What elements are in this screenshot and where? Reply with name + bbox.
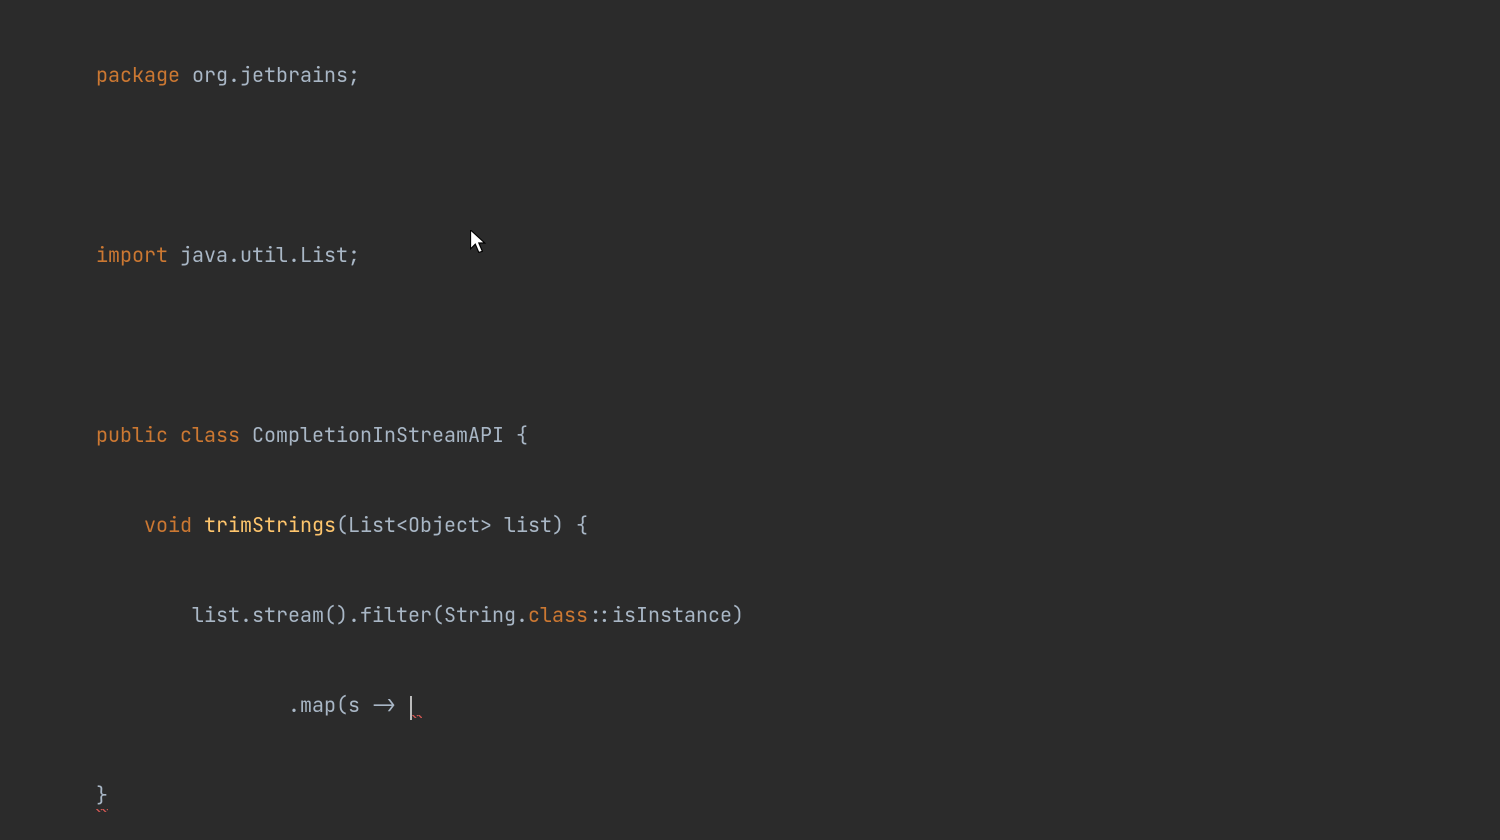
keyword-class: class [180, 422, 240, 448]
angle-open: < [396, 512, 408, 538]
expr: .map(s -> [288, 692, 408, 718]
error-squiggle [412, 709, 422, 712]
keyword-import: import [96, 242, 168, 268]
param-name: list [492, 512, 552, 538]
code-line-6[interactable]: void trimStrings(List<Object> list) { [96, 510, 1500, 540]
keyword-void: void [144, 512, 192, 538]
paren-close: ) [552, 512, 576, 538]
paren-open: ( [336, 512, 348, 538]
keyword-package: package [96, 62, 180, 88]
generic-type: Object [408, 512, 480, 538]
code-line-2[interactable] [96, 150, 1500, 180]
keyword-class-ref: class [528, 602, 588, 628]
code-line-5[interactable]: public class CompletionInStreamAPI { [96, 420, 1500, 450]
package-name: org.jetbrains [180, 62, 348, 88]
semicolon: ; [348, 242, 360, 268]
brace-open: { [576, 512, 588, 538]
brace-open: { [516, 422, 528, 448]
code-line-8[interactable]: .map(s -> [96, 690, 1500, 720]
param-type: List [348, 512, 396, 538]
semicolon: ; [348, 62, 360, 88]
expr: list.stream().filter(String. [192, 602, 528, 628]
code-line-1[interactable]: package org.jetbrains; [96, 60, 1500, 90]
code-line-4[interactable] [96, 330, 1500, 360]
angle-close: > [480, 512, 492, 538]
indent [96, 692, 288, 718]
indent [96, 512, 144, 538]
code-line-9[interactable]: } [96, 780, 1500, 810]
indent [96, 602, 192, 628]
keyword-public: public [96, 422, 180, 448]
import-name: java.util.List [168, 242, 348, 268]
code-editor[interactable]: package org.jetbrains; import java.util.… [0, 0, 1500, 840]
code-line-7[interactable]: list.stream().filter(String.class::isIns… [96, 600, 1500, 630]
expr-rest: ::isInstance) [588, 602, 744, 628]
code-line-3[interactable]: import java.util.List; [96, 240, 1500, 270]
method-name: trimStrings [192, 512, 336, 538]
brace-close-error: } [96, 780, 108, 810]
class-name: CompletionInStreamAPI [240, 422, 516, 448]
